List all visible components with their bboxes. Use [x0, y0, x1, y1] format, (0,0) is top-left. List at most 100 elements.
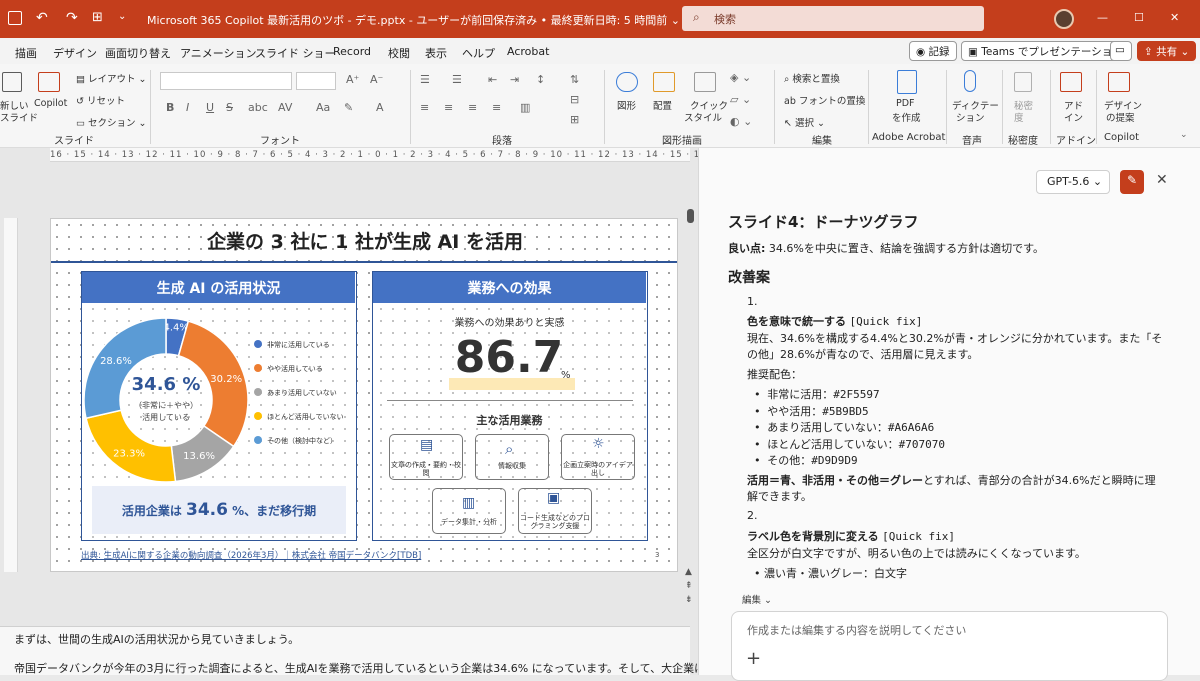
- addins-label2[interactable]: イン: [1064, 110, 1083, 124]
- decrease-font-icon[interactable]: A⁻: [370, 73, 383, 86]
- tab-record[interactable]: Record: [333, 45, 371, 58]
- avatar[interactable]: [1054, 9, 1074, 29]
- find-replace-button[interactable]: ⌕ 検索と置換: [784, 71, 840, 85]
- prev-slide-icon[interactable]: ⇞: [685, 581, 693, 591]
- add-attachment-icon[interactable]: +: [746, 648, 761, 669]
- record-button[interactable]: ◉ 記録: [909, 41, 957, 61]
- sensitivity-label2[interactable]: 度: [1014, 110, 1024, 124]
- copilot-icon[interactable]: [38, 72, 60, 92]
- tab-view[interactable]: 表示: [425, 45, 447, 61]
- scroll-up-icon[interactable]: ▲: [685, 567, 692, 577]
- source-link[interactable]: 出典: 生成AIに関する企業の動向調査（2026年3月）｜株式会社 帝国データバ…: [81, 549, 421, 561]
- edit-toggle[interactable]: 編集 ⌄: [742, 592, 772, 606]
- search-box[interactable]: ⌕ 検索: [682, 6, 984, 31]
- spacing-icon[interactable]: AV: [278, 101, 292, 114]
- tab-transitions[interactable]: 画面切り替え: [105, 45, 171, 61]
- shape-effects-icon[interactable]: ◐ ⌄: [730, 115, 752, 128]
- align-text-icon[interactable]: ⊟: [570, 93, 579, 106]
- create-pdf-label2[interactable]: を作成: [892, 110, 921, 124]
- tab-animations[interactable]: アニメーション: [180, 45, 257, 61]
- copilot-button-label[interactable]: Copilot: [34, 98, 67, 109]
- increase-font-icon[interactable]: A⁺: [346, 73, 359, 86]
- shadow-icon[interactable]: abc: [248, 101, 268, 114]
- tab-slideshow[interactable]: スライド ショー: [255, 45, 336, 61]
- minimize-button[interactable]: —: [1097, 11, 1108, 24]
- save-icon[interactable]: [8, 11, 22, 25]
- shape-outline-icon[interactable]: ▱ ⌄: [730, 93, 751, 106]
- notes-line-2[interactable]: 帝国データバンクが今年の3月に行った調査によると、生成AIを業務で活用していると…: [14, 660, 716, 676]
- shapes-icon[interactable]: [616, 72, 638, 92]
- text-direction-icon[interactable]: ⇅: [570, 73, 579, 86]
- model-selector[interactable]: GPT-5.6 ⌄: [1036, 170, 1110, 194]
- underline-button[interactable]: U: [206, 101, 214, 114]
- indent-icon[interactable]: ⇤: [488, 73, 497, 86]
- numbering-icon[interactable]: ☰: [452, 73, 462, 86]
- next-slide-icon[interactable]: ⇟: [685, 595, 693, 605]
- present-icon[interactable]: ⊞: [92, 10, 103, 25]
- align-left-icon[interactable]: ≡: [420, 101, 429, 114]
- new-slide-icon[interactable]: [2, 72, 22, 92]
- shapes-label[interactable]: 図形: [617, 98, 636, 112]
- highlight-icon[interactable]: ✎: [344, 101, 353, 114]
- tab-acrobat[interactable]: Acrobat: [507, 45, 549, 58]
- justify-icon[interactable]: ≡: [492, 101, 501, 114]
- pdf-icon[interactable]: [897, 70, 917, 94]
- close-button[interactable]: ✕: [1170, 11, 1179, 24]
- teams-present-button[interactable]: ▣ Teams でプレゼンテーション: [961, 41, 1130, 61]
- columns-icon[interactable]: ▥: [520, 101, 530, 114]
- arrange-label[interactable]: 配置: [653, 98, 672, 112]
- font-name-input[interactable]: [160, 72, 292, 90]
- comments-button[interactable]: ▭: [1110, 41, 1132, 61]
- align-right-icon[interactable]: ≡: [468, 101, 477, 114]
- close-pane-icon[interactable]: ✕: [1156, 172, 1168, 188]
- tab-review[interactable]: 校閲: [388, 45, 410, 61]
- smartart-icon[interactable]: ⊞: [570, 113, 579, 126]
- new-slide-label2[interactable]: スライド: [0, 110, 38, 124]
- quick-styles-label2[interactable]: スタイル: [684, 110, 722, 124]
- divider: [387, 400, 633, 401]
- shape-fill-icon[interactable]: ◈ ⌄: [730, 71, 751, 84]
- customize-icon[interactable]: ⌄: [118, 11, 126, 22]
- arrange-icon[interactable]: [653, 72, 675, 92]
- font-color-icon[interactable]: A: [376, 101, 384, 114]
- slide-scrollbar[interactable]: ▲ ⇞ ⇟: [684, 205, 698, 610]
- tab-design[interactable]: デザイン: [53, 45, 97, 61]
- align-center-icon[interactable]: ≡: [444, 101, 453, 114]
- notes-line-1[interactable]: まずは、世間の生成AIの活用状況から見ていきましょう。: [14, 631, 299, 647]
- tab-help[interactable]: ヘルプ: [462, 45, 495, 61]
- select-button[interactable]: ↖ 選択 ⌄: [784, 115, 825, 129]
- case-icon[interactable]: Aa: [316, 101, 330, 114]
- designer-label2[interactable]: の提案: [1106, 110, 1135, 124]
- slide-title[interactable]: 企業の 3 社に 1 社が生成 AI を活用: [51, 227, 679, 254]
- scroll-thumb[interactable]: [687, 209, 694, 223]
- section-button[interactable]: ▭ セクション ⌄: [76, 115, 147, 129]
- prompt-input[interactable]: 作成または編集する内容を説明してください +: [731, 611, 1168, 681]
- layout-button[interactable]: ▤ レイアウト ⌄: [76, 71, 147, 85]
- dictate-label2[interactable]: ション: [956, 110, 985, 124]
- create-pdf-label[interactable]: PDF: [896, 98, 915, 109]
- undo-icon[interactable]: ↶: [36, 10, 48, 26]
- collapse-ribbon-icon[interactable]: ⌄: [1180, 130, 1188, 140]
- addins-icon[interactable]: [1060, 72, 1082, 92]
- replace-fonts-button[interactable]: ab フォントの置換: [784, 93, 865, 107]
- font-size-input[interactable]: [296, 72, 336, 90]
- strikethrough-button[interactable]: S: [226, 101, 233, 114]
- slide[interactable]: 企業の 3 社に 1 社が生成 AI を活用 生成 AI の活用状況 4.4% 3…: [50, 218, 678, 572]
- bold-button[interactable]: B: [166, 101, 174, 114]
- quick-styles-icon[interactable]: [694, 72, 716, 92]
- bullets-icon[interactable]: ☰: [420, 73, 430, 86]
- designer-icon[interactable]: [1108, 72, 1130, 92]
- microphone-icon[interactable]: [964, 70, 976, 92]
- redo-icon[interactable]: ↷: [66, 10, 78, 26]
- new-chat-icon[interactable]: ✎: [1120, 170, 1144, 194]
- share-button[interactable]: ⇪ 共有 ⌄: [1137, 41, 1197, 61]
- line-spacing-icon[interactable]: ↕: [536, 73, 545, 86]
- tab-draw[interactable]: 描画: [15, 45, 37, 61]
- italic-button[interactable]: I: [186, 101, 189, 114]
- outdent-icon[interactable]: ⇥: [510, 73, 519, 86]
- notes-pane[interactable]: まずは、世間の生成AIの活用状況から見ていきましょう。 帝国データバンクが今年の…: [0, 626, 716, 675]
- reset-button[interactable]: ↺ リセット: [76, 93, 125, 107]
- sensitivity-icon[interactable]: [1014, 72, 1032, 92]
- restore-button[interactable]: ☐: [1134, 11, 1144, 24]
- item2-bullet: • 濃い青・濃いグレー：白文字: [754, 567, 907, 580]
